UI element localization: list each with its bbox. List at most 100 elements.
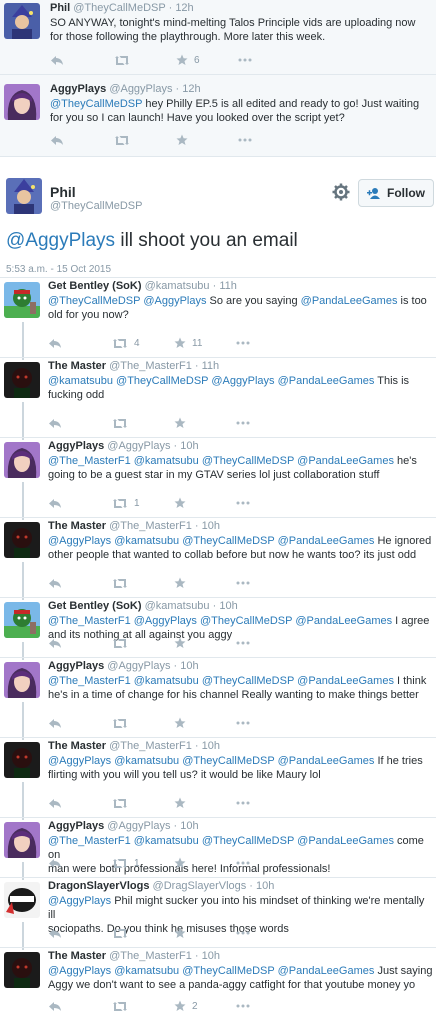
gear-icon[interactable] — [332, 183, 350, 201]
retweet-icon[interactable] — [112, 999, 128, 1013]
tweet-time[interactable]: 10h — [180, 440, 198, 452]
more-icon[interactable] — [236, 636, 250, 650]
follow-button[interactable]: Follow — [358, 179, 434, 207]
more-icon[interactable] — [238, 53, 252, 67]
reply-tweet[interactable]: The Master @The_MasterF1 · 10h @AggyPlays… — [0, 947, 436, 1020]
tweet-time[interactable]: 10h — [202, 740, 220, 752]
more-icon[interactable] — [236, 336, 250, 350]
favorite-icon[interactable]: 6 — [176, 53, 200, 67]
reply-icon[interactable] — [48, 716, 62, 730]
avatar[interactable] — [4, 282, 40, 318]
reply-icon[interactable] — [48, 999, 62, 1013]
mention-link[interactable]: @AggyPlays — [48, 895, 111, 907]
avatar[interactable] — [4, 362, 40, 398]
favorite-icon[interactable] — [174, 926, 186, 940]
mention-link[interactable]: @kamatsubu — [114, 755, 179, 767]
avatar[interactable] — [4, 442, 40, 478]
tweet-time[interactable]: 11h — [202, 360, 220, 372]
more-icon[interactable] — [236, 496, 250, 510]
avatar[interactable] — [4, 84, 40, 120]
retweet-icon[interactable] — [114, 53, 130, 67]
tweet-time[interactable]: 12h — [182, 83, 200, 95]
author-name[interactable]: The Master — [48, 950, 106, 962]
author-name[interactable]: Get Bentley (SoK) — [48, 600, 142, 612]
favorite-icon[interactable]: 11 — [174, 336, 202, 350]
mention-link[interactable]: @TheyCallMeDSP — [116, 375, 208, 387]
mention-link[interactable]: @TheyCallMeDSP — [50, 98, 142, 110]
tweet-time[interactable]: 10h — [202, 520, 220, 532]
author-handle[interactable]: @AggyPlays — [104, 660, 170, 672]
tweet-time[interactable]: 10h — [180, 820, 198, 832]
avatar[interactable] — [4, 742, 40, 778]
author-handle[interactable]: @AggyPlays — [109, 83, 172, 95]
mention-link[interactable]: @TheyCallMeDSP — [48, 295, 140, 307]
author-name[interactable]: AggyPlays — [48, 660, 104, 672]
favorite-icon[interactable] — [174, 716, 186, 730]
focused-author-handle[interactable]: @TheyCallMeDSP — [50, 200, 142, 212]
author-handle[interactable]: @AggyPlays — [104, 440, 170, 452]
mention-link[interactable]: @kamatsubu — [134, 455, 199, 467]
author-name[interactable]: The Master — [48, 740, 106, 752]
mention-link[interactable]: @AggyPlays — [143, 295, 206, 307]
mention-link[interactable]: @The_MasterF1 — [48, 675, 131, 687]
reply-tweet[interactable]: DragonSlayerVlogs @DragSlayerVlogs · 10h… — [0, 877, 436, 950]
focused-avatar[interactable] — [6, 178, 42, 214]
author-handle[interactable]: @kamatsubu — [142, 280, 210, 292]
reply-tweet[interactable]: AggyPlays @AggyPlays · 10h @The_MasterF1 … — [0, 817, 436, 880]
mention-link[interactable]: @kamatsubu — [134, 675, 199, 687]
reply-icon[interactable] — [50, 133, 64, 147]
mention-link[interactable]: @AggyPlays — [48, 755, 111, 767]
reply-tweet[interactable]: The Master @The_MasterF1 · 10h @AggyPlays… — [0, 517, 436, 600]
mention-link[interactable]: @TheyCallMeDSP — [202, 675, 294, 687]
focused-author-name[interactable]: Phil — [50, 184, 76, 200]
reply-tweet[interactable]: AggyPlays @AggyPlays · 10h @The_MasterF1 … — [0, 657, 436, 740]
author-name[interactable]: DragonSlayerVlogs — [48, 880, 149, 892]
tweet-time[interactable]: 12h — [175, 2, 193, 14]
reply-icon[interactable] — [48, 856, 62, 870]
avatar[interactable] — [4, 602, 40, 638]
mention-link[interactable]: @AggyPlays — [48, 535, 111, 547]
mention-link[interactable]: @PandaLeeGames — [278, 755, 375, 767]
author-handle[interactable]: @kamatsubu — [142, 600, 210, 612]
author-name[interactable]: The Master — [48, 520, 106, 532]
reply-icon[interactable] — [48, 496, 62, 510]
author-handle[interactable]: @DragSlayerVlogs — [149, 880, 247, 892]
reply-icon[interactable] — [48, 416, 62, 430]
avatar[interactable] — [4, 882, 40, 918]
reply-icon[interactable] — [48, 796, 62, 810]
mention-link[interactable]: @TheyCallMeDSP — [182, 535, 274, 547]
tweet-timestamp[interactable]: 5:53 a.m. - 15 Oct 2015 — [6, 264, 111, 275]
mention-link[interactable]: @The_MasterF1 — [48, 455, 131, 467]
reply-tweet[interactable]: AggyPlays @AggyPlays · 10h @The_MasterF1 … — [0, 437, 436, 520]
reply-tweet[interactable]: The Master @The_MasterF1 · 10h @AggyPlays… — [0, 737, 436, 820]
mention-link[interactable]: @AggyPlays — [6, 230, 115, 251]
tweet-time[interactable]: 10h — [202, 950, 220, 962]
mention-link[interactable]: @TheyCallMeDSP — [182, 965, 274, 977]
reply-tweet[interactable]: Get Bentley (SoK) @kamatsubu · 11h @TheyC… — [0, 277, 436, 360]
mention-link[interactable]: @TheyCallMeDSP — [202, 835, 294, 847]
more-icon[interactable] — [236, 926, 250, 940]
mention-link[interactable]: @AggyPlays — [211, 375, 274, 387]
mention-link[interactable]: @kamatsubu — [48, 375, 113, 387]
mention-link[interactable]: @AggyPlays — [134, 615, 197, 627]
author-handle[interactable]: @TheyCallMeDSP — [73, 2, 165, 14]
author-handle[interactable]: @The_MasterF1 — [106, 950, 192, 962]
mention-link[interactable]: @PandaLeeGames — [297, 455, 394, 467]
mention-link[interactable]: @PandaLeeGames — [278, 535, 375, 547]
author-handle[interactable]: @The_MasterF1 — [106, 520, 192, 532]
more-icon[interactable] — [236, 796, 250, 810]
more-icon[interactable] — [236, 416, 250, 430]
avatar[interactable] — [4, 3, 40, 39]
author-handle[interactable]: @The_MasterF1 — [106, 740, 192, 752]
retweet-icon[interactable]: 1 — [112, 856, 140, 870]
mention-link[interactable]: @The_MasterF1 — [48, 615, 131, 627]
retweet-icon[interactable] — [112, 796, 128, 810]
reply-icon[interactable] — [48, 576, 62, 590]
reply-icon[interactable] — [48, 926, 62, 940]
avatar[interactable] — [4, 662, 40, 698]
favorite-icon[interactable] — [174, 576, 186, 590]
author-name[interactable]: The Master — [48, 360, 106, 372]
favorite-icon[interactable] — [174, 856, 186, 870]
tweet-time[interactable]: 10h — [219, 600, 237, 612]
retweet-icon[interactable]: 1 — [112, 496, 140, 510]
